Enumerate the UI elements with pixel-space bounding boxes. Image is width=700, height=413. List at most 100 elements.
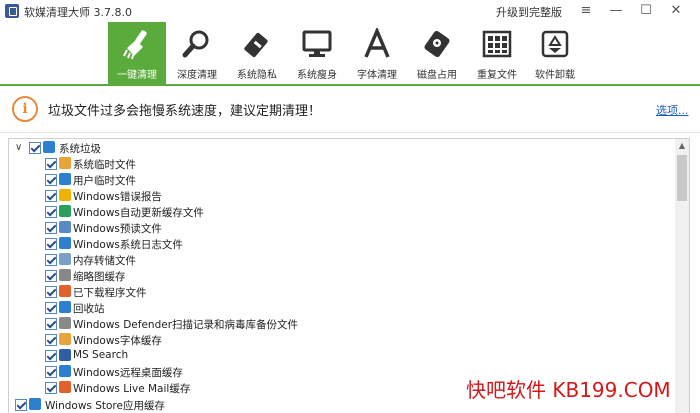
tree-item[interactable]: Windows自动更新缓存文件: [9, 204, 669, 220]
tree-item[interactable]: 回收站: [9, 300, 669, 316]
tree-item-label: 用户临时文件: [73, 175, 136, 187]
checkbox[interactable]: [15, 399, 27, 411]
error-report-icon: [59, 189, 71, 201]
main-toolbar: 一键清理 深度清理 系统隐私 系统瘦身 字体清理 磁盘占用 重复文件 软件卸载: [0, 22, 700, 86]
checkbox[interactable]: [45, 270, 57, 282]
options-link[interactable]: 选项...: [656, 102, 689, 118]
tree-item[interactable]: Windows字体缓存: [9, 332, 669, 348]
tree-item-label: 内存转储文件: [73, 255, 136, 267]
tree-item[interactable]: 用户临时文件: [9, 172, 669, 188]
info-icon: i: [12, 96, 38, 122]
font-a-icon: [364, 28, 390, 58]
checkbox[interactable]: [45, 302, 57, 314]
user-folder-icon: [59, 173, 71, 185]
tree-item[interactable]: Windows错误报告: [9, 188, 669, 204]
clean-item-tree: ∨ 系统垃圾 系统临时文件 用户临时文件 Windows错误报告 Windows自动更…: [8, 138, 690, 413]
tree-item[interactable]: Windows系统日志文件: [9, 236, 669, 252]
download-icon: [59, 285, 71, 297]
prefetch-icon: [59, 221, 71, 233]
tree-item[interactable]: 系统临时文件: [9, 156, 669, 172]
search-icon: [59, 349, 71, 361]
recycle-icon: [541, 30, 569, 58]
tab-deep-clean[interactable]: 深度清理: [168, 22, 226, 84]
tree-item-label: Windows字体缓存: [73, 335, 162, 347]
tree-item-label: 缩略图缓存: [73, 271, 126, 283]
checkbox[interactable]: [45, 318, 57, 330]
checkbox[interactable]: [45, 334, 57, 346]
update-globe-icon: [59, 205, 71, 217]
tree-item-label: Windows错误报告: [73, 191, 162, 203]
tab-system-slim[interactable]: 系统瘦身: [288, 22, 346, 84]
tree-item-label: 系统临时文件: [73, 159, 136, 171]
close-button[interactable]: ✕: [662, 0, 690, 22]
tree-item[interactable]: 已下载程序文件: [9, 284, 669, 300]
tree-item[interactable]: 内存转储文件: [9, 252, 669, 268]
notice-banner: i 垃圾文件过多会拖慢系统速度，建议定期清理！ 选项...: [0, 86, 700, 133]
tree-item[interactable]: MS Search: [9, 348, 669, 364]
eraser-icon: [244, 32, 268, 58]
checkbox[interactable]: [45, 254, 57, 266]
live-mail-icon: [59, 381, 71, 393]
checkbox[interactable]: [29, 142, 41, 154]
tab-label: 一键清理: [117, 70, 157, 81]
windows-logo-icon: [43, 141, 55, 153]
tree-item-label: 回收站: [73, 303, 105, 315]
tab-duplicate-files[interactable]: 重复文件: [468, 22, 526, 84]
checkbox[interactable]: [45, 350, 57, 362]
tab-label: 系统隐私: [237, 70, 277, 81]
duplicate-grid-icon: [482, 30, 512, 58]
tree-item[interactable]: Windows Defender扫描记录和病毒库备份文件: [9, 316, 669, 332]
app-title: 软媒清理大师 3.7.8.0: [24, 6, 132, 19]
tree-item[interactable]: 缩略图缓存: [9, 268, 669, 284]
checkbox[interactable]: [45, 222, 57, 234]
vertical-scrollbar[interactable]: ▲: [675, 139, 689, 413]
upgrade-link[interactable]: 升级到完整版: [496, 4, 562, 20]
log-file-icon: [59, 237, 71, 249]
menu-button[interactable]: ≡: [572, 0, 600, 22]
checkbox[interactable]: [45, 286, 57, 298]
tab-disk-usage[interactable]: 磁盘占用: [408, 22, 466, 84]
magnifier-icon: [182, 30, 209, 58]
tree-item[interactable]: Windows预读文件: [9, 220, 669, 236]
memory-dump-icon: [59, 253, 71, 265]
tree-item-label: MS Search: [73, 349, 129, 361]
checkbox[interactable]: [45, 238, 57, 250]
tree-root-system-junk[interactable]: ∨ 系统垃圾: [9, 140, 669, 156]
tree-item-label: Windows系统日志文件: [73, 239, 183, 251]
checkbox[interactable]: [45, 190, 57, 202]
scroll-thumb[interactable]: [677, 155, 687, 201]
recycle-bin-icon: [59, 301, 71, 313]
tree-item-label: 已下载程序文件: [73, 287, 147, 299]
tree-item-label: Windows Defender扫描记录和病毒库备份文件: [73, 319, 299, 331]
tab-label: 软件卸载: [535, 70, 575, 81]
minimize-button[interactable]: —: [602, 0, 630, 22]
tab-one-click-clean[interactable]: 一键清理: [108, 22, 166, 84]
tab-label: 系统瘦身: [297, 70, 337, 81]
windows-flag-icon: [59, 157, 71, 169]
tree-item-label: Windows Live Mail缓存: [73, 383, 191, 395]
tree-item-label: Windows预读文件: [73, 223, 162, 235]
tab-label: 重复文件: [477, 70, 517, 81]
checkbox[interactable]: [45, 206, 57, 218]
font-cache-icon: [59, 333, 71, 345]
checkbox[interactable]: [45, 174, 57, 186]
checkbox[interactable]: [45, 366, 57, 378]
tree-root-label: Windows Store应用缓存: [45, 400, 165, 412]
watermark-text: 快吧软件 KB199.COM: [466, 378, 671, 402]
tab-system-privacy[interactable]: 系统隐私: [228, 22, 286, 84]
tree-root-label: 系统垃圾: [59, 143, 101, 155]
maximize-button[interactable]: ☐: [632, 0, 660, 22]
tab-uninstall[interactable]: 软件卸载: [526, 22, 584, 84]
tab-font-clean[interactable]: 字体清理: [348, 22, 406, 84]
checkbox[interactable]: [45, 382, 57, 394]
broom-icon: [123, 30, 147, 60]
scroll-up-icon[interactable]: ▲: [675, 139, 689, 153]
notice-text: 垃圾文件过多会拖慢系统速度，建议定期清理！: [48, 104, 322, 119]
checkbox[interactable]: [45, 158, 57, 170]
collapse-arrow-icon[interactable]: ∨: [15, 142, 22, 153]
tab-label: 字体清理: [357, 70, 397, 81]
thumbnail-icon: [59, 269, 71, 281]
monitor-icon: [302, 30, 332, 57]
remote-desktop-icon: [59, 365, 71, 377]
disk-icon: [424, 31, 450, 57]
